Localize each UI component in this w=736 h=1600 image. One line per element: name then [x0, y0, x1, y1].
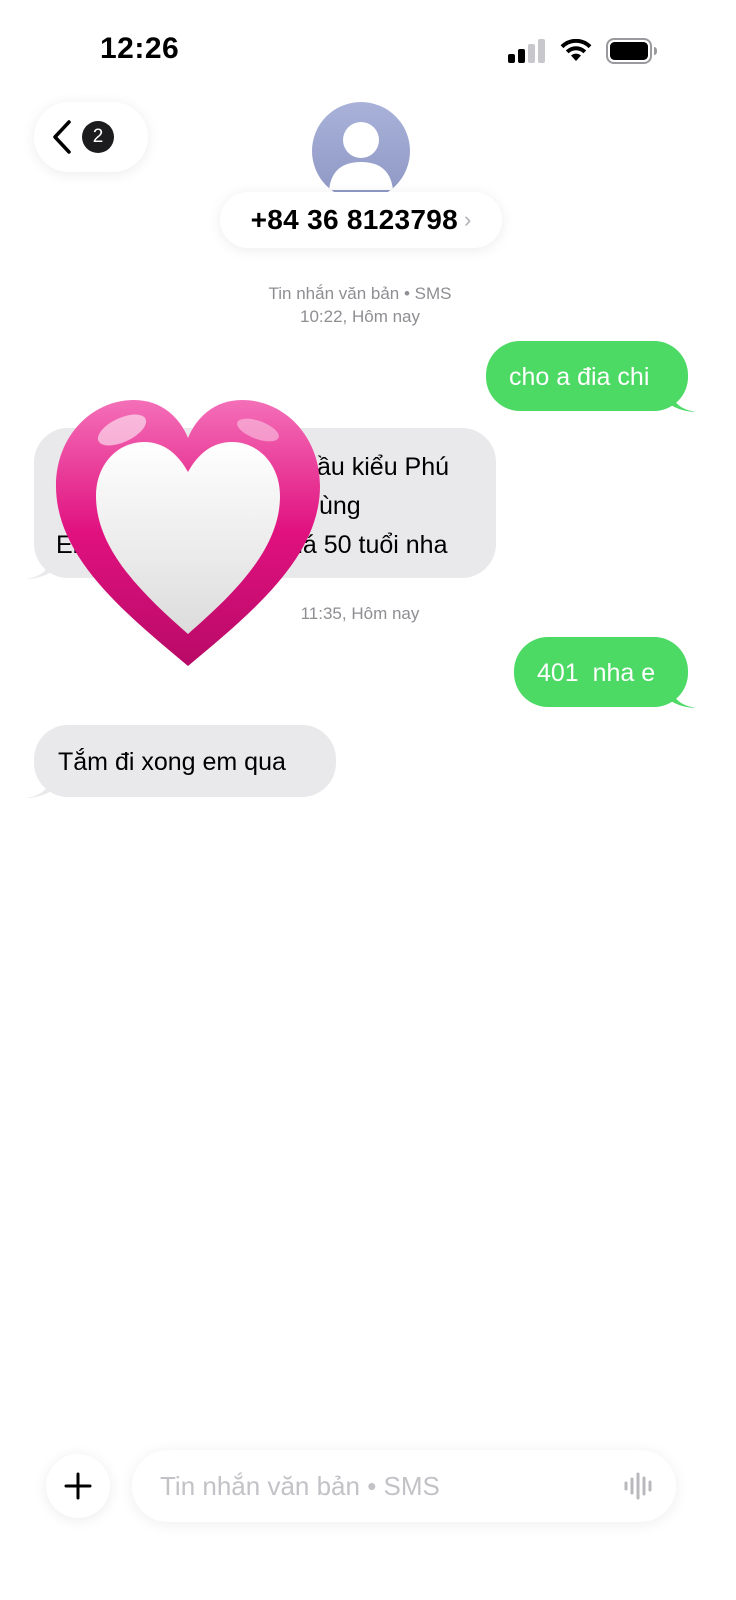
battery-icon — [606, 38, 657, 64]
bubble-tail — [25, 777, 51, 798]
heart-emoji-icon — [56, 400, 320, 666]
message-incoming[interactable]: Tắm đi xong em qua — [25, 725, 336, 798]
bubble-tail — [671, 687, 697, 708]
status-bar: 12:26 — [0, 0, 736, 100]
timestamp: 11:35, Hôm nay — [300, 604, 420, 623]
waveform-icon[interactable] — [624, 1472, 656, 1500]
wifi-icon — [560, 39, 592, 61]
unread-count-badge: 2 — [82, 121, 114, 153]
message-line: ầu kiểu Phú — [317, 453, 450, 481]
add-attachment-button[interactable] — [46, 1454, 110, 1518]
bubble-tail — [671, 391, 697, 412]
chevron-right-icon: › — [464, 207, 472, 232]
contact-name: +84 36 8123798 — [250, 204, 459, 235]
back-button[interactable]: 2 — [34, 102, 148, 172]
timestamp: 10:22, Hôm nay — [299, 307, 420, 326]
plus-icon — [64, 1472, 92, 1500]
message-input-container[interactable] — [132, 1450, 676, 1522]
message-text: 401 nha e — [537, 659, 656, 687]
thread-meta-2: 11:35, Hôm nay — [0, 602, 720, 625]
thread-meta-1: Tin nhắn văn bản • SMS 10:22, Hôm nay — [0, 282, 720, 328]
bubble-tail — [25, 558, 51, 579]
contact-name-button[interactable]: +84 36 8123798 › — [220, 192, 502, 248]
contact-avatar[interactable] — [312, 102, 410, 200]
message-line: ùng — [319, 492, 361, 520]
message-input[interactable] — [158, 1469, 602, 1503]
status-time: 12:26 — [100, 32, 180, 65]
message-text: Tắm đi xong em qua — [58, 748, 286, 776]
chevron-left-icon — [53, 120, 71, 154]
status-icons — [508, 38, 658, 64]
message-outgoing[interactable]: 401 nha e — [514, 637, 697, 708]
thread-type-label: Tin nhắn văn bản • SMS — [268, 284, 452, 303]
signal-icon — [508, 39, 545, 63]
person-icon — [329, 122, 393, 190]
message-outgoing[interactable]: cho a đia chi — [486, 341, 697, 412]
message-text: cho a đia chi — [509, 363, 650, 391]
